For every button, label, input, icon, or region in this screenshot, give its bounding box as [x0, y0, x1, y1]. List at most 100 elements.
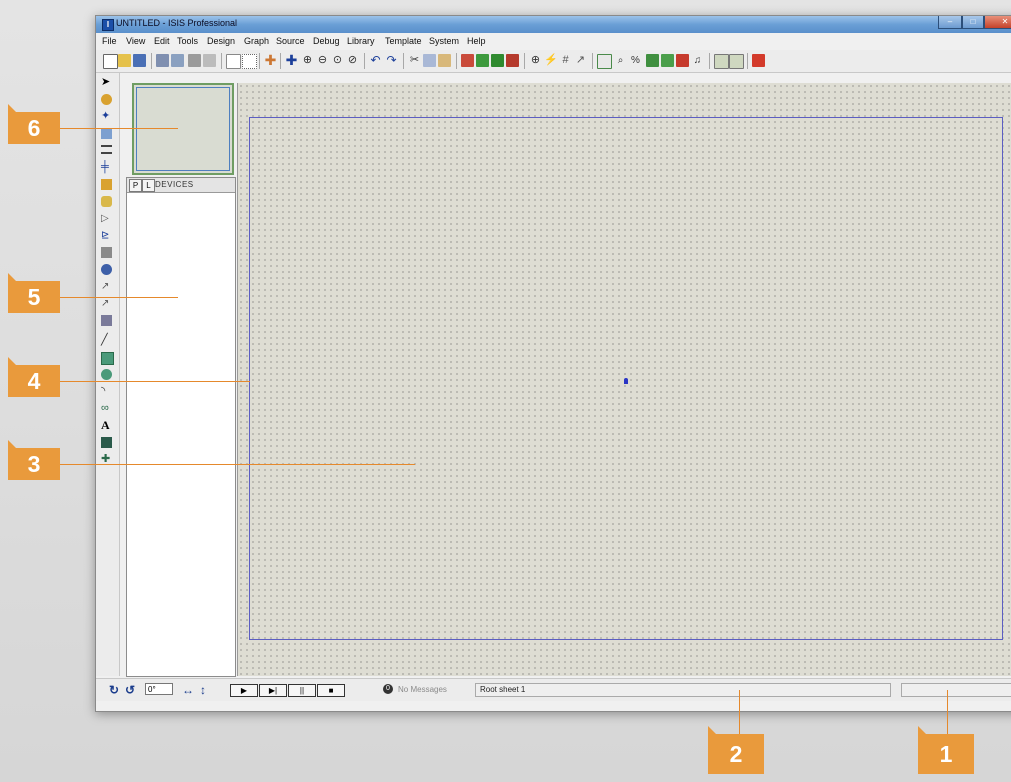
- generator-mode-icon[interactable]: [101, 264, 112, 275]
- path-2d-icon[interactable]: ∞: [101, 403, 112, 414]
- status-bar: ↻ ↺ 0° ↔ ↕ ▶ ▶| || ■ 0 No Messages Root …: [96, 678, 1011, 701]
- pause-button[interactable]: ||: [288, 684, 316, 697]
- device-pins-icon[interactable]: ▷: [101, 213, 112, 224]
- arc-2d-icon[interactable]: ◝: [101, 386, 112, 397]
- pick-devices-button[interactable]: P: [129, 179, 142, 192]
- step-button[interactable]: ▶|: [259, 684, 287, 697]
- menu-graph[interactable]: Graph: [244, 36, 269, 46]
- menu-source[interactable]: Source: [276, 36, 305, 46]
- block-rotate-icon[interactable]: [491, 54, 504, 67]
- callout-1: 1: [918, 726, 974, 774]
- new-file-icon[interactable]: [103, 54, 118, 69]
- new-sheet-icon[interactable]: [729, 54, 744, 69]
- design-explorer-icon[interactable]: [714, 54, 729, 69]
- packaging-icon[interactable]: #: [559, 54, 572, 67]
- current-probe-icon[interactable]: ↗: [101, 298, 112, 309]
- menu-edit[interactable]: Edit: [154, 36, 170, 46]
- print-area-icon[interactable]: [203, 54, 216, 67]
- title-bar[interactable]: I UNTITLED - ISIS Professional – □ ✕: [96, 16, 1011, 33]
- save-icon[interactable]: [133, 54, 146, 67]
- object-selector[interactable]: P L DEVICES: [126, 177, 236, 677]
- grid-icon[interactable]: [242, 54, 257, 69]
- box-2d-icon[interactable]: [101, 352, 114, 365]
- search-tag-icon[interactable]: ⌕: [614, 54, 627, 67]
- paste-icon[interactable]: [438, 54, 451, 67]
- mode-toolbar: ➤ ✦ ╪ ▷ ⊵ ↗ ↗ ╱ ◝ ∞ A ✚: [96, 73, 120, 676]
- zoom-all-icon[interactable]: ⊙: [331, 54, 344, 67]
- menu-system[interactable]: System: [429, 36, 459, 46]
- rotation-angle-input[interactable]: 0°: [145, 683, 173, 695]
- ares-icon[interactable]: ♫: [691, 54, 704, 67]
- make-device-icon[interactable]: ⚡: [544, 54, 558, 67]
- remove-sheet-icon[interactable]: [752, 54, 765, 67]
- minimize-button[interactable]: –: [938, 16, 962, 29]
- voltage-probe-icon[interactable]: ↗: [101, 281, 112, 292]
- close-button[interactable]: ✕: [984, 16, 1011, 29]
- print-icon[interactable]: [188, 54, 201, 67]
- redraw-icon[interactable]: [226, 54, 241, 69]
- component-mode-icon[interactable]: [101, 94, 112, 105]
- toolbar-separator: [592, 53, 593, 69]
- import-icon[interactable]: [156, 54, 169, 67]
- virtual-instruments-icon[interactable]: [101, 315, 112, 326]
- buses-icon[interactable]: ╪: [101, 162, 112, 173]
- terminals-icon[interactable]: [101, 196, 112, 207]
- rotate-anticlockwise-icon[interactable]: ↺: [125, 684, 135, 696]
- pick-device-icon[interactable]: ⊕: [529, 54, 542, 67]
- electrical-check-icon[interactable]: [676, 54, 689, 67]
- block-move-icon[interactable]: [476, 54, 489, 67]
- junction-dot-icon[interactable]: ✦: [101, 111, 112, 122]
- text-script-icon[interactable]: [101, 145, 112, 154]
- copy-icon[interactable]: [423, 54, 436, 67]
- menu-design[interactable]: Design: [207, 36, 235, 46]
- menu-view[interactable]: View: [126, 36, 145, 46]
- tape-recorder-icon[interactable]: [101, 247, 112, 258]
- symbol-2d-icon[interactable]: [101, 437, 112, 448]
- property-tool-icon[interactable]: %: [629, 54, 642, 67]
- wire-label-icon[interactable]: [101, 128, 112, 139]
- maximize-button[interactable]: □: [962, 16, 984, 29]
- undo-icon[interactable]: ↶: [369, 54, 382, 67]
- callout-line-5: [60, 297, 178, 298]
- menu-tools[interactable]: Tools: [177, 36, 198, 46]
- app-icon: I: [102, 19, 114, 31]
- overview-window[interactable]: [132, 83, 234, 175]
- open-file-icon[interactable]: [118, 54, 131, 67]
- redo-icon[interactable]: ↷: [385, 54, 398, 67]
- decompose-icon[interactable]: ↗: [574, 54, 587, 67]
- zoom-area-icon[interactable]: ⊘: [346, 54, 359, 67]
- line-2d-icon[interactable]: ╱: [101, 335, 112, 346]
- selection-mode-icon[interactable]: ➤: [101, 77, 112, 88]
- circle-2d-icon[interactable]: [101, 369, 112, 380]
- text-2d-icon[interactable]: A: [101, 419, 112, 431]
- menu-library[interactable]: Library: [347, 36, 375, 46]
- mirror-horizontal-icon[interactable]: ↔: [182, 684, 194, 696]
- menu-debug[interactable]: Debug: [313, 36, 340, 46]
- zoom-out-icon[interactable]: ⊖: [316, 54, 329, 67]
- cut-icon[interactable]: ✂: [408, 54, 421, 67]
- menu-template[interactable]: Template: [385, 36, 422, 46]
- toolbar-separator: [259, 53, 260, 69]
- play-button[interactable]: ▶: [230, 684, 258, 697]
- zoom-in-icon[interactable]: ⊕: [301, 54, 314, 67]
- pan-icon[interactable]: ✚: [285, 53, 298, 67]
- block-delete-icon[interactable]: [506, 54, 519, 67]
- subcircuit-icon[interactable]: [101, 179, 112, 190]
- menu-file[interactable]: File: [102, 36, 117, 46]
- graph-mode-icon[interactable]: ⊵: [101, 230, 112, 241]
- callout-3: 3: [8, 440, 60, 480]
- menu-help[interactable]: Help: [467, 36, 486, 46]
- origin-icon[interactable]: ✚: [264, 53, 277, 67]
- toolbar-separator: [151, 53, 152, 69]
- message-icon[interactable]: 0: [383, 684, 393, 694]
- netlist-icon[interactable]: [646, 54, 659, 67]
- editing-window[interactable]: [237, 83, 1011, 676]
- mirror-vertical-icon[interactable]: ↕: [200, 684, 206, 696]
- rotate-clockwise-icon[interactable]: ↻: [109, 684, 119, 696]
- block-copy-icon[interactable]: [461, 54, 474, 67]
- bill-of-materials-icon[interactable]: [661, 54, 674, 67]
- export-icon[interactable]: [171, 54, 184, 67]
- library-manager-button[interactable]: L: [142, 179, 155, 192]
- wire-autoroute-icon[interactable]: [597, 54, 612, 69]
- stop-button[interactable]: ■: [317, 684, 345, 697]
